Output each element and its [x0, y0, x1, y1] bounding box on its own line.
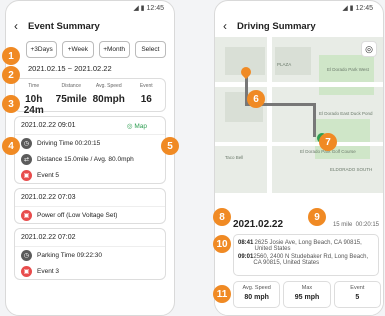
list-item: ▣ Power off (Low Voltage Set)	[15, 207, 165, 223]
status-bar: ◢ ▮ 12:45	[133, 5, 164, 12]
list-item: ◷ Driving Time 00:20:15	[15, 135, 165, 151]
callout-badge: 7	[319, 133, 337, 151]
callout-badge: 2	[2, 66, 20, 84]
list-item: ⇄ Distance 15.0mile / Avg. 80.0mph	[15, 151, 165, 167]
trip-date: 2021.02.22	[233, 219, 284, 230]
back-icon[interactable]: ‹	[14, 19, 18, 33]
header: ‹ Driving Summary	[215, 15, 383, 37]
stat-distance: Distance 75mile	[55, 83, 87, 105]
bottom-stats: Avg. Speed 80 mph Max 95 mph Event 5	[233, 281, 381, 308]
callout-badge: 5	[161, 137, 179, 155]
list-item: ◷ Parking Time 09:22:30	[15, 247, 165, 263]
page-title: Driving Summary	[237, 20, 316, 32]
map-label: ELDORADO SOUTH	[330, 167, 373, 172]
callout-badge: 8	[213, 208, 231, 226]
select-button[interactable]: Select	[134, 41, 166, 58]
callout-badge: 11	[213, 285, 231, 303]
distance-icon: ⇄	[21, 153, 32, 165]
card-date: 2021.02.22 07:03	[21, 194, 76, 201]
event-card[interactable]: 2021.02.22 07:02 ◷ Parking Time 09:22:30 …	[14, 228, 166, 280]
plus-month-button[interactable]: +Month	[98, 41, 130, 58]
stat-avg-speed: Avg. Speed 80mph	[92, 83, 125, 105]
page-title: Event Summary	[28, 20, 100, 32]
trip-addresses: 08:41 2625 Josie Ave, Long Beach, CA 9081…	[233, 234, 379, 276]
map-label: PLAZA	[277, 62, 292, 67]
card-date: 2021.02.22 07:02	[21, 234, 76, 241]
summary-stats: Time 10h 24m Distance 75mile Avg. Speed 80m…	[14, 78, 166, 116]
car-event-icon: ▣	[21, 265, 32, 277]
event-card[interactable]: 2021.02.22 09:01 ◎ Map ◷ Driving Time 00:2…	[14, 116, 166, 184]
trip-summary-panel: 2021.02.22 15 mile 00:20:15 08:41 2625 Jo…	[215, 214, 383, 315]
callout-badge: 6	[247, 90, 265, 108]
car-event-icon: ▣	[21, 209, 32, 221]
callout-badge: 10	[213, 235, 231, 253]
map-label: El Dorado Park West	[327, 67, 369, 72]
driving-summary-screen: ◢ ▮ 12:45 ‹ Driving Summary PLAZA El Dor…	[214, 0, 384, 316]
list-item: ▣ Event 5	[15, 167, 165, 183]
list-item: ▣ Event 3	[15, 263, 165, 279]
plus-3days-button[interactable]: +3Days	[26, 41, 58, 58]
event-card[interactable]: 2021.02.22 07:03 ▣ Power off (Low Voltage…	[14, 188, 166, 224]
car-event-icon: ▣	[21, 169, 32, 181]
back-icon[interactable]: ‹	[223, 19, 227, 33]
event-summary-screen: ◢ ▮ 12:45 ‹ Event Summary +3Days +Week +…	[5, 0, 175, 316]
header: ‹ Event Summary	[6, 15, 174, 37]
period-buttons: +3Days +Week +Month Select	[6, 37, 174, 58]
route-map[interactable]: PLAZA El Dorado Park West El Dorado East…	[215, 37, 383, 193]
plus-week-button[interactable]: +Week	[62, 41, 94, 58]
stat-time: Time 10h 24m	[23, 83, 44, 116]
callout-badge: 3	[2, 95, 20, 113]
locate-icon[interactable]: ◎	[361, 41, 377, 57]
status-bar: ◢ ▮ 12:45	[342, 5, 373, 12]
callout-badge: 4	[2, 137, 20, 155]
timer-icon: ◷	[21, 137, 32, 149]
trip-distance: 15 mile 00:20:15	[332, 221, 379, 228]
stat-event: Event 16	[139, 83, 153, 105]
map-link[interactable]: ◎ Map	[127, 122, 147, 130]
map-label: Taco Bell	[225, 155, 244, 160]
map-label: El Dorado East Duck Pond	[319, 111, 373, 116]
card-date: 2021.02.22 09:01	[21, 122, 76, 129]
timer-icon: ◷	[21, 249, 32, 261]
callout-badge: 1	[2, 47, 20, 65]
date-range: 2021.02.15 ~ 2021.02.22	[28, 64, 112, 73]
callout-badge: 9	[308, 208, 326, 226]
status-time: 12:45	[146, 5, 164, 12]
